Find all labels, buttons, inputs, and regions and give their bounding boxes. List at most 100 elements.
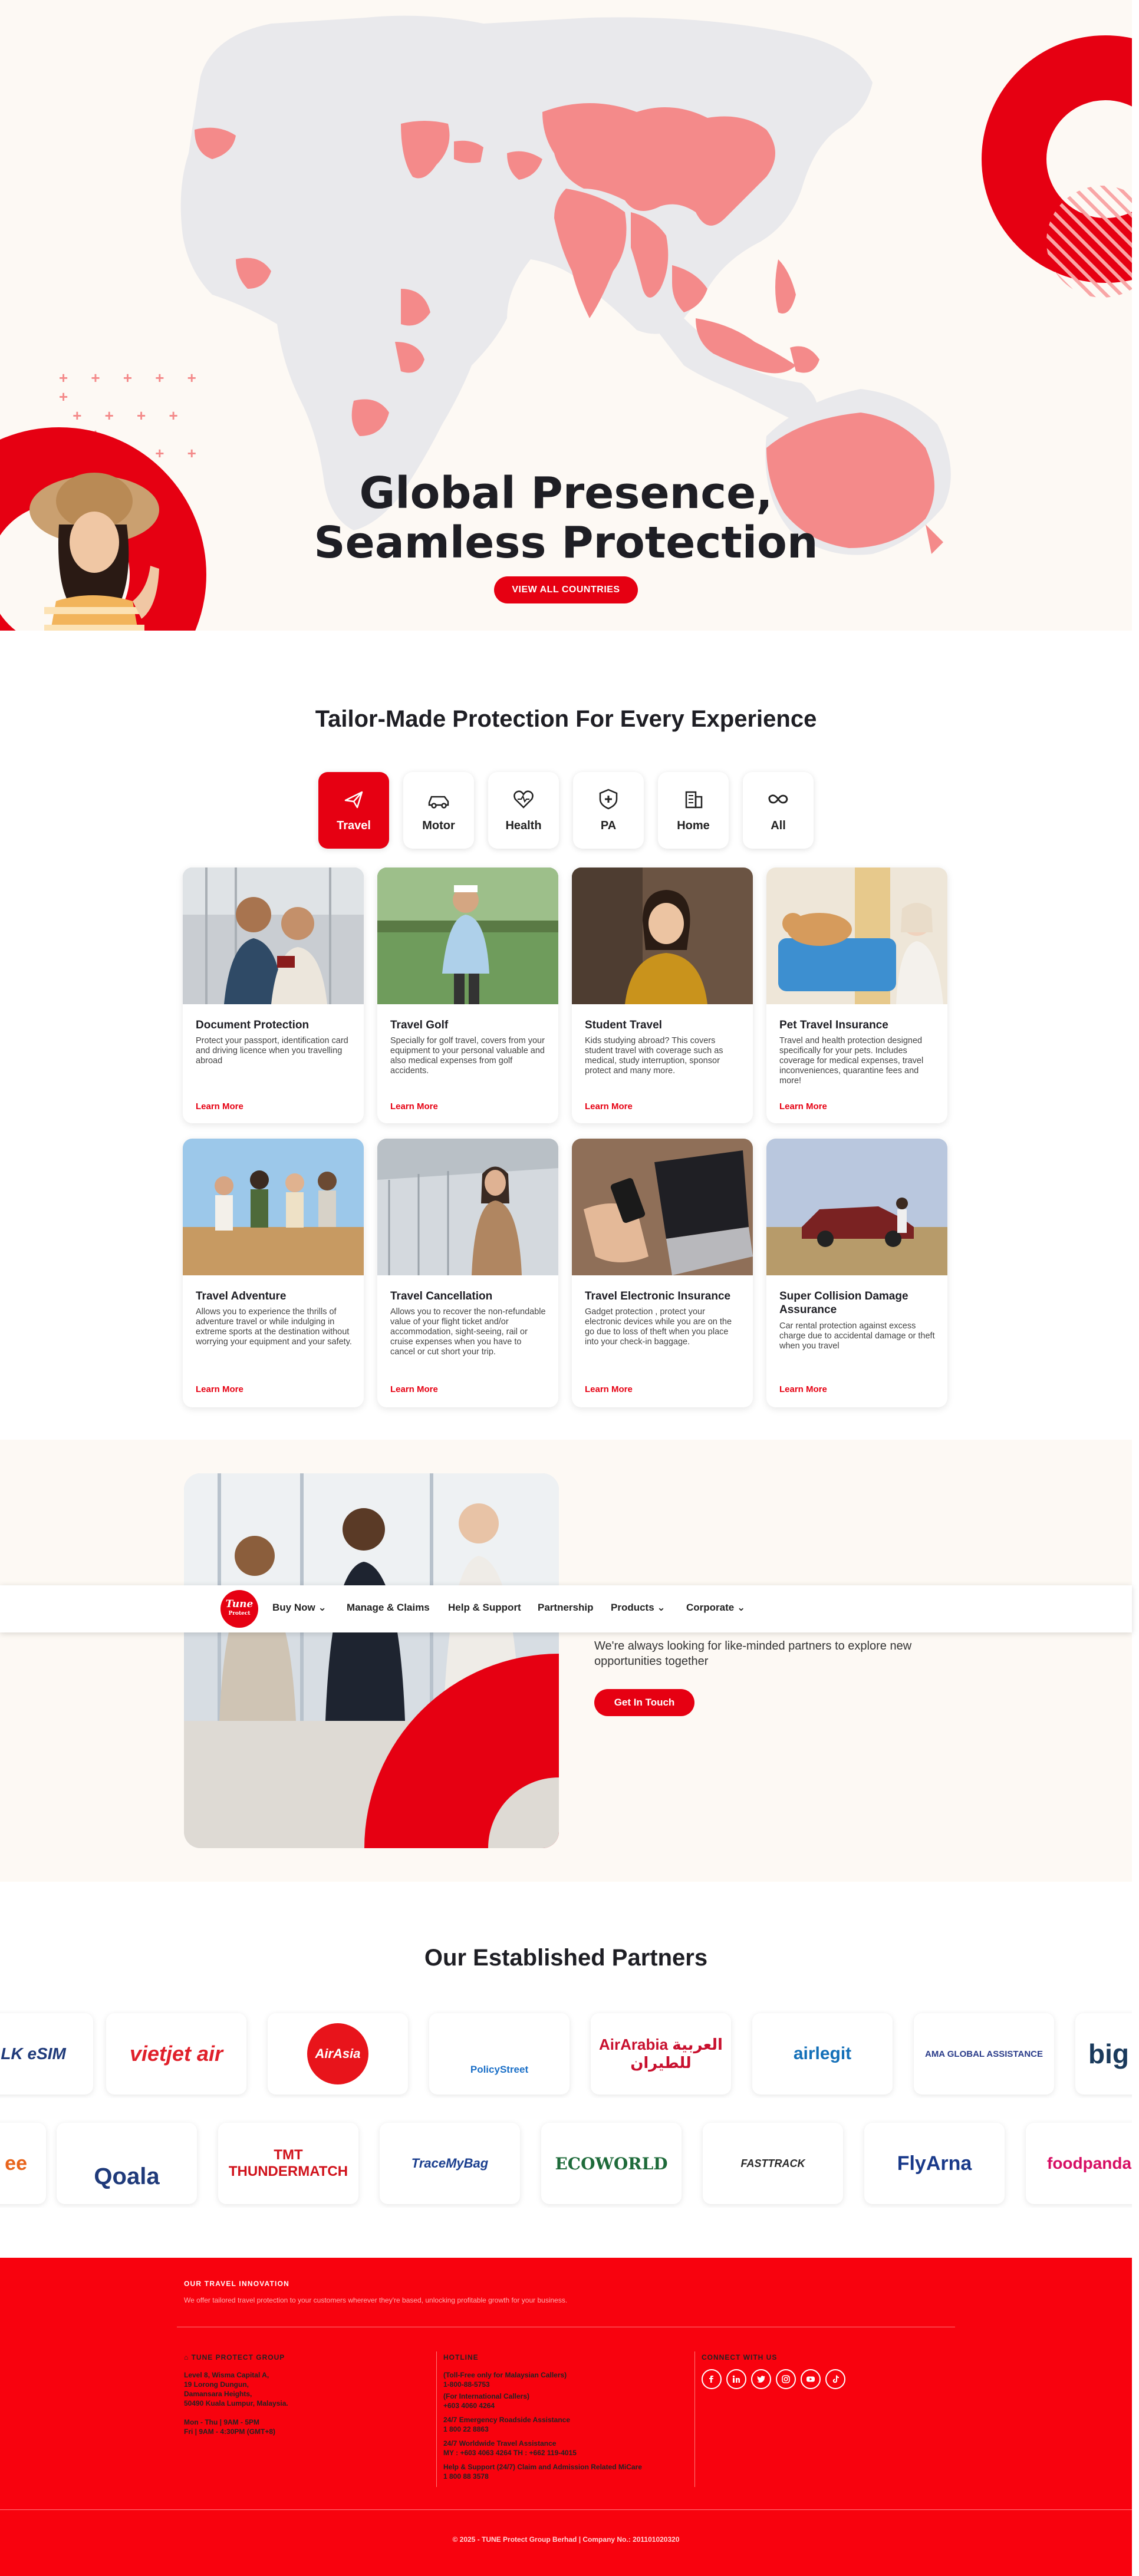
product-card[interactable]: Pet Travel Insurance Travel and health p…: [766, 868, 947, 1123]
partner-logo-card[interactable]: Qoala: [57, 2123, 197, 2204]
footer-hotline-number[interactable]: 1-800-88-5753: [443, 2380, 490, 2389]
product-category-tabs: Travel Motor Health PA Home All: [318, 772, 825, 849]
card-description: Allows you to recover the non-refundable…: [390, 1307, 546, 1357]
tune-protect-logo[interactable]: Tune Protect: [220, 1590, 258, 1628]
partner-logo-card[interactable]: AirAsia: [268, 2013, 408, 2095]
card-description: Gadget protection , protect your electro…: [585, 1307, 732, 1347]
partner-logo-ecoworld: ECOWORLD: [555, 2153, 668, 2173]
learn-more-link[interactable]: Learn More: [196, 1384, 243, 1394]
footer-hotline-line: Help & Support (24/7) Claim and Admissio…: [443, 2463, 642, 2471]
learn-more-link[interactable]: Learn More: [779, 1101, 827, 1111]
youtube-icon[interactable]: [801, 2369, 821, 2389]
tab-home[interactable]: Home: [658, 772, 729, 849]
partner-logo-card[interactable]: ee: [0, 2123, 46, 2204]
tab-motor[interactable]: Motor: [403, 772, 474, 849]
product-card[interactable]: Travel Electronic Insurance Gadget prote…: [572, 1139, 753, 1407]
tab-health[interactable]: Health: [488, 772, 559, 849]
tab-pa[interactable]: PA: [573, 772, 644, 849]
partner-logo-tmt: TMT THUNDERMATCH: [228, 2147, 348, 2179]
partner-logo-tracemybag: TraceMyBag: [411, 2156, 489, 2171]
nav-partnership[interactable]: Partnership: [538, 1602, 593, 1614]
partner-logo-partial: ee: [5, 2152, 27, 2175]
tab-all[interactable]: All: [743, 772, 814, 849]
partner-logo-card[interactable]: AMA GLOBAL ASSISTANCE: [914, 2013, 1054, 2095]
product-card[interactable]: Super Collision Damage Assurance Car ren…: [766, 1139, 947, 1407]
partner-logo-card[interactable]: vietjet air: [106, 2013, 246, 2095]
footer-hotline-number[interactable]: 1 800 88 3578: [443, 2472, 489, 2481]
learn-more-link[interactable]: Learn More: [779, 1384, 827, 1394]
tiktok-icon[interactable]: [825, 2369, 845, 2389]
partner-logo-flyarna: FlyArna: [897, 2152, 972, 2175]
learn-more-link[interactable]: Learn More: [585, 1101, 633, 1111]
chevron-down-icon: ⌄: [318, 1602, 327, 1613]
partner-logo-airarabia: AirArabia العربية للطيران: [599, 2036, 723, 2072]
tab-travel[interactable]: Travel: [318, 772, 389, 849]
footer-copyright: © 2025 - TUNE Protect Group Berhad | Com…: [452, 2535, 680, 2544]
partner-logo-card[interactable]: TraceMyBag: [380, 2123, 520, 2204]
nav-corporate[interactable]: Corporate ⌄: [686, 1602, 745, 1614]
footer-bottom-divider: [0, 2509, 1132, 2510]
partner-logo-card[interactable]: TMT THUNDERMATCH: [218, 2123, 358, 2204]
heart-pulse-icon: [513, 790, 534, 809]
partner-logo-card[interactable]: PolicyStreet: [429, 2013, 570, 2095]
learn-more-link[interactable]: Learn More: [585, 1384, 633, 1394]
card-description: Allows you to experience the thrills of …: [196, 1307, 352, 1347]
learn-more-link[interactable]: Learn More: [390, 1101, 438, 1111]
view-all-countries-button[interactable]: VIEW ALL COUNTRIES: [494, 576, 638, 603]
nav-buy-now[interactable]: Buy Now ⌄: [272, 1602, 327, 1614]
footer-address-line: Damansara Heights,: [184, 2390, 252, 2398]
partner-logo-fasttrack: FASTTRACK: [740, 2157, 805, 2169]
partnership-section: [0, 1440, 1132, 1882]
tab-label: Home: [677, 819, 710, 832]
partner-logo-card[interactable]: ECOWORLD: [541, 2123, 682, 2204]
card-image-cat-suitcase: [766, 868, 947, 1004]
partner-logo-card[interactable]: airlegit: [752, 2013, 893, 2095]
partner-logo-foodpanda: foodpanda: [1047, 2154, 1132, 2172]
nav-label: Manage & Claims: [347, 1602, 430, 1613]
get-in-touch-button[interactable]: Get In Touch: [594, 1689, 694, 1716]
product-card[interactable]: Student Travel Kids studying abroad? Thi…: [572, 868, 753, 1123]
card-image-golfer: [377, 868, 558, 1004]
product-card[interactable]: Travel Golf Specially for golf travel, c…: [377, 868, 558, 1123]
nav-products[interactable]: Products ⌄: [611, 1602, 666, 1614]
product-card[interactable]: Travel Cancellation Allows you to recove…: [377, 1139, 558, 1407]
car-icon: [428, 796, 449, 809]
partner-logo-card[interactable]: AirArabia العربية للطيران: [591, 2013, 731, 2095]
learn-more-link[interactable]: Learn More: [196, 1101, 243, 1111]
twitter-icon[interactable]: [751, 2369, 771, 2389]
company-heading-text: TUNE PROTECT GROUP: [191, 2353, 285, 2361]
footer-column-divider: [436, 2351, 437, 2487]
partner-logo-card[interactable]: foodpanda: [1026, 2123, 1132, 2204]
learn-more-link[interactable]: Learn More: [390, 1384, 438, 1394]
partner-logo-vietjet: vietjet air: [129, 2041, 223, 2066]
facebook-icon[interactable]: [702, 2369, 722, 2389]
logo-subtext: Protect: [228, 1611, 251, 1617]
nav-label: Corporate: [686, 1602, 735, 1613]
nav-help-support[interactable]: Help & Support: [448, 1602, 521, 1614]
hero-section: + + + + + + + + + + + ++ + + + + + + + +…: [0, 0, 1132, 631]
shield-plus-icon: [599, 789, 618, 810]
footer-hotline-number[interactable]: +603 4060 4264: [443, 2401, 495, 2410]
footer-hotline-line: (For International Callers): [443, 2392, 530, 2400]
product-card[interactable]: Document Protection Protect your passpor…: [183, 868, 364, 1123]
footer-connect-heading: CONNECT WITH US: [702, 2353, 778, 2361]
footer-hotline-number[interactable]: 1 800 22 8863: [443, 2425, 489, 2434]
partnership-photo: [184, 1473, 559, 1848]
footer-hotline-number[interactable]: MY : +603 4063 4264 TH : +662 119-4015: [443, 2448, 577, 2458]
partner-logo-card[interactable]: big: [1075, 2013, 1132, 2095]
products-section-title: Tailor-Made Protection For Every Experie…: [315, 706, 817, 732]
partner-logo-card[interactable]: FlyArna: [864, 2123, 1005, 2204]
card-title: Travel Cancellation: [390, 1290, 493, 1302]
card-description: Kids studying abroad? This covers studen…: [585, 1036, 723, 1076]
linkedin-icon[interactable]: [726, 2369, 746, 2389]
footer-address-line: 19 Lorong Dungun,: [184, 2380, 249, 2389]
partner-logo-talk-esim: TALK eSIM: [0, 2044, 66, 2063]
instagram-icon[interactable]: [776, 2369, 796, 2389]
footer-address-line: 50490 Kuala Lumpur, Malaysia.: [184, 2399, 288, 2407]
hero-title: Global Presence, Seamless Protection: [0, 469, 1132, 568]
nav-manage-claims[interactable]: Manage & Claims: [347, 1602, 430, 1614]
nav-label: Help & Support: [448, 1602, 521, 1613]
partner-logo-card[interactable]: FASTTRACK: [703, 2123, 843, 2204]
product-card[interactable]: Travel Adventure Allows you to experienc…: [183, 1139, 364, 1407]
partner-logo-card[interactable]: TALK eSIM: [0, 2013, 93, 2095]
